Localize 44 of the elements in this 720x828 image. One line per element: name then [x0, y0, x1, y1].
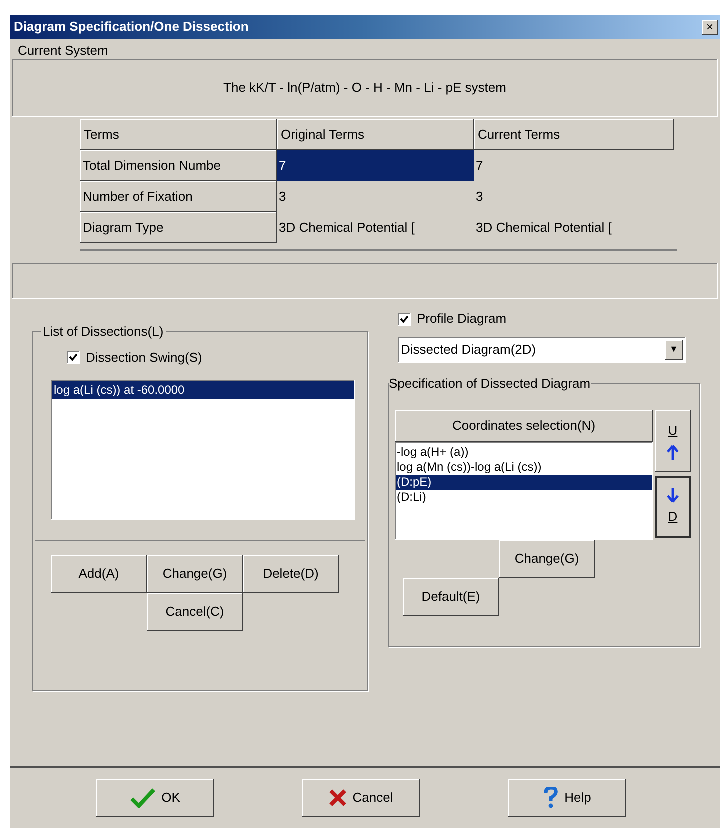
- up-arrow-icon: [667, 444, 679, 461]
- list-item[interactable]: log a(Li (cs)) at -60.0000: [52, 380, 354, 398]
- ok-button[interactable]: OK: [96, 779, 214, 817]
- action-button[interactable]: Delete(D): [243, 554, 339, 592]
- list-item[interactable]: (D:Li): [396, 490, 652, 505]
- checkmark-icon: [130, 788, 156, 808]
- group-label: Current System: [17, 42, 110, 59]
- cancel-button[interactable]: Cancel: [302, 779, 420, 817]
- column-header[interactable]: Current Terms: [474, 119, 674, 150]
- column-header[interactable]: Original Terms: [277, 119, 474, 150]
- system-text: The kK/T - ln(P/atm) - O - H - Mn - Li - pE system: [224, 79, 506, 98]
- table-cell-text: 3D Chemical Potential [: [278, 218, 416, 237]
- checkbox-label: Profile Diagram: [417, 310, 507, 328]
- window-title: Diagram Specification/One Dissection: [14, 18, 249, 36]
- table-cell-text: 3D Chemical Potential [: [475, 218, 613, 237]
- down-arrow-icon: [667, 487, 679, 504]
- move-down-button[interactable]: D: [655, 476, 691, 538]
- row-header: Total Dimension Numbe: [80, 150, 277, 181]
- close-icon: [328, 789, 347, 807]
- list-item[interactable]: log a(Mn (cs))-log a(Li (cs)): [396, 460, 652, 475]
- dropdown-value: Dissected Diagram(2D): [401, 341, 536, 360]
- cancel-button[interactable]: Cancel(C): [147, 592, 243, 630]
- row-header: Diagram Type: [80, 212, 277, 243]
- move-up-button[interactable]: U: [655, 410, 691, 472]
- checkbox-label: Dissection Swing(S): [86, 349, 202, 367]
- table-cell-text: 3: [475, 188, 484, 206]
- list-item[interactable]: (D:pE): [396, 475, 652, 490]
- action-button[interactable]: Change(G): [147, 554, 243, 592]
- help-icon: [542, 787, 559, 809]
- close-button[interactable]: ×: [702, 20, 718, 34]
- list-item[interactable]: -log a(H+ (a)): [396, 445, 652, 460]
- column-header[interactable]: Coordinates selection(N): [395, 410, 653, 442]
- help-button[interactable]: Help: [508, 779, 626, 817]
- diagram-dropdown[interactable]: Dissected Diagram(2D) ▼: [398, 337, 686, 363]
- default-button[interactable]: Default(E): [403, 578, 499, 616]
- table-cell: 7: [277, 150, 474, 181]
- column-header[interactable]: Terms: [80, 119, 277, 150]
- checkbox[interactable]: [67, 351, 80, 364]
- change-button[interactable]: Change(G): [499, 540, 595, 578]
- row-header: Number of Fixation: [80, 181, 277, 212]
- table-cell-text: 3: [278, 188, 288, 206]
- action-button[interactable]: Add(A): [51, 554, 147, 592]
- table-cell-text: 7: [475, 156, 484, 175]
- checkbox[interactable]: [398, 312, 411, 326]
